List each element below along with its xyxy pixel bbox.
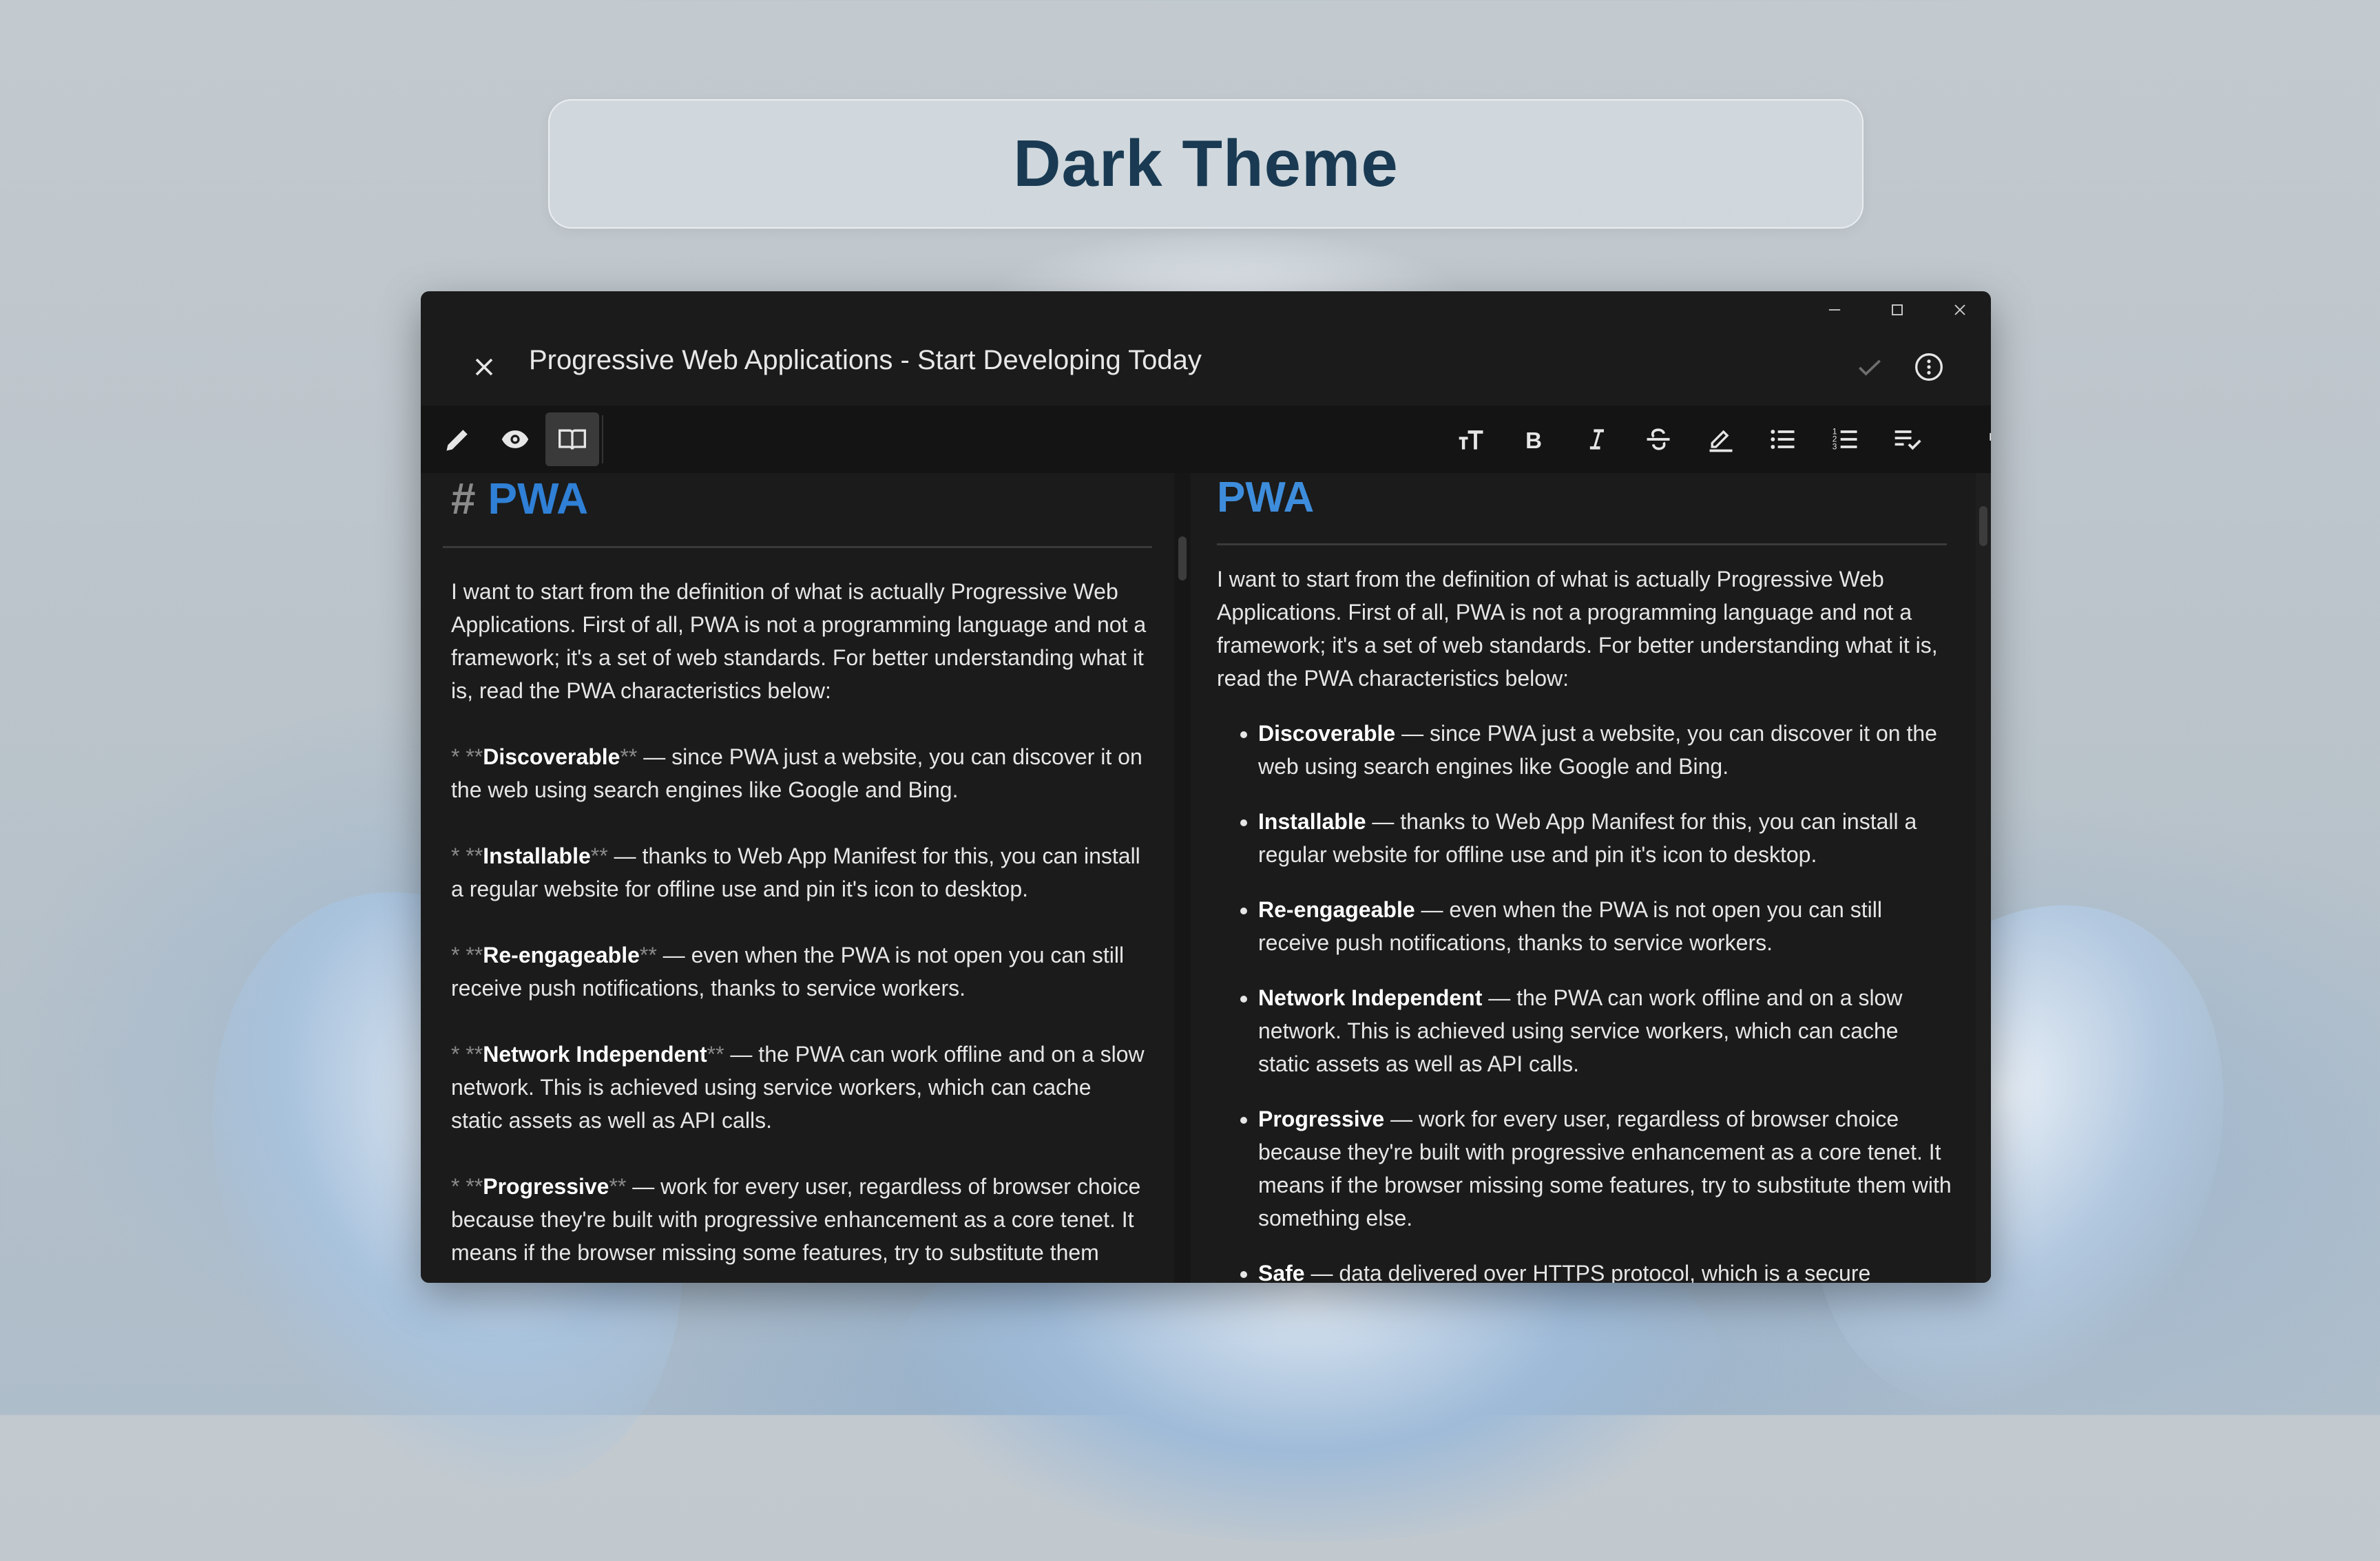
window-close-button[interactable] — [1928, 291, 1991, 328]
task-list-button[interactable] — [1881, 412, 1934, 466]
bold-icon: B — [1525, 428, 1542, 453]
editor-line: * **Network Independent** — the PWA can … — [451, 1042, 1145, 1133]
characteristics-list: Discoverable — since PWA just a website,… — [1217, 717, 1954, 1283]
list-item: Discoverable — since PWA just a website,… — [1258, 717, 1954, 783]
numbered-list-icon: 123 — [1833, 427, 1857, 452]
list-item: Safe — data delivered over HTTPS protoco… — [1258, 1257, 1954, 1283]
quote-icon — [1990, 432, 1991, 441]
svg-text:B: B — [1525, 428, 1542, 453]
window-controls — [1803, 291, 1991, 328]
more-vertical-icon — [1915, 353, 1943, 381]
more-options-button[interactable] — [1908, 346, 1950, 388]
bullet-list-button[interactable] — [1756, 412, 1810, 466]
italic-button[interactable] — [1569, 412, 1623, 466]
close-icon — [1954, 304, 1965, 315]
edit-mode-button[interactable] — [431, 412, 485, 466]
strikethrough-button[interactable] — [1631, 412, 1685, 466]
formatting-toolbar: B 123 — [421, 406, 1991, 473]
preview-heading: PWA — [1217, 474, 1315, 521]
highlight-icon — [1709, 430, 1733, 452]
bold-button[interactable]: B — [1507, 412, 1560, 466]
italic-icon — [1589, 429, 1604, 450]
check-icon — [1859, 359, 1881, 376]
list-item: Re-engageable — even when the PWA is not… — [1258, 893, 1954, 959]
preview-icon — [501, 430, 529, 448]
document-title: Progressive Web Applications - Start Dev… — [529, 345, 1202, 375]
banner-title: Dark Theme — [1013, 127, 1399, 200]
app-window: Progressive Web Applications - Start Dev… — [421, 291, 1991, 1283]
editor-content: I want to start from the definition of w… — [451, 575, 1147, 1283]
minimize-icon — [1828, 309, 1840, 311]
markdown-preview: PWA I want to start from the definition … — [1191, 473, 1991, 1283]
split-view-button[interactable] — [545, 412, 599, 466]
text-size-icon — [1459, 430, 1483, 450]
maximize-button[interactable] — [1866, 291, 1928, 328]
preview-content: I want to start from the definition of w… — [1217, 563, 1954, 1283]
split-view-icon — [559, 429, 586, 450]
editor-line: * **Re-engageable** — even when the PWA … — [451, 943, 1125, 1000]
preview-scrollbar-thumb[interactable] — [1979, 506, 1987, 546]
heading-marker: # — [451, 474, 476, 523]
task-list-icon — [1894, 430, 1921, 450]
save-button[interactable] — [1850, 348, 1889, 386]
close-document-button[interactable] — [463, 346, 505, 388]
numbered-list-button[interactable]: 123 — [1819, 412, 1872, 466]
title-bar: Progressive Web Applications - Start Dev… — [421, 328, 1991, 404]
theme-banner: Dark Theme — [548, 99, 1864, 229]
editor-line: * **Discoverable** — since PWA just a we… — [451, 744, 1142, 802]
quote-button[interactable] — [1973, 412, 1991, 466]
heading-text: PWA — [488, 474, 589, 523]
preview-mode-button[interactable] — [488, 412, 542, 466]
close-icon — [475, 358, 493, 376]
heading-rule — [1217, 543, 1947, 545]
bullet-list-icon — [1771, 430, 1795, 449]
list-item: Network Independent — the PWA can work o… — [1258, 981, 1954, 1080]
highlight-button[interactable] — [1694, 412, 1748, 466]
editor-heading: # PWA — [451, 473, 588, 524]
minimize-button[interactable] — [1803, 291, 1866, 328]
editor-scrollbar-thumb[interactable] — [1178, 536, 1187, 580]
svg-text:3: 3 — [1833, 442, 1837, 452]
list-item: Progressive — work for every user, regar… — [1258, 1102, 1954, 1235]
list-item: Installable — thanks to Web App Manifest… — [1258, 805, 1954, 871]
preview-scrollbar[interactable] — [1976, 473, 1991, 1283]
toolbar-separator — [602, 415, 603, 463]
maximize-icon — [1891, 304, 1903, 315]
editor-intro: I want to start from the definition of w… — [451, 579, 1147, 703]
edit-icon — [446, 430, 468, 451]
preview-intro: I want to start from the definition of w… — [1217, 567, 1938, 691]
pane-divider[interactable] — [1174, 473, 1191, 1283]
editor-line: * **Installable** — thanks to Web App Ma… — [451, 844, 1140, 901]
editor-line: * **Progressive** — work for every user,… — [451, 1174, 1141, 1265]
markdown-editor[interactable]: # PWA I want to start from the definitio… — [421, 473, 1174, 1283]
heading-rule — [443, 546, 1152, 548]
strikethrough-icon — [1647, 428, 1670, 450]
text-size-button[interactable] — [1445, 412, 1499, 466]
